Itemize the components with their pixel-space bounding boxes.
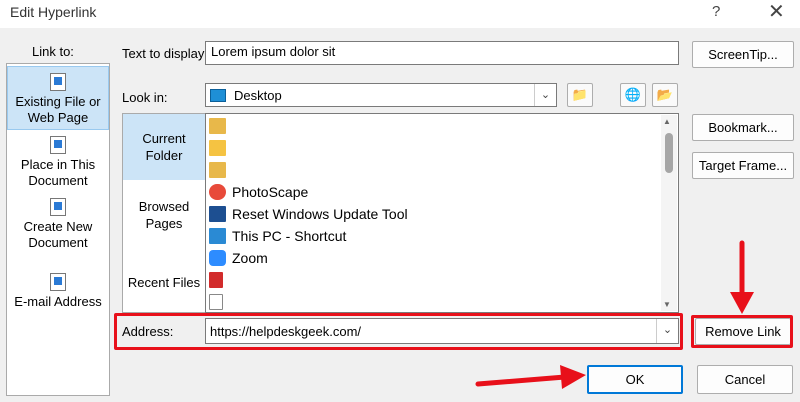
annotation-arrows xyxy=(475,240,754,389)
arrow-to-remove-link-icon xyxy=(730,240,754,314)
arrow-to-ok-icon xyxy=(475,365,586,389)
